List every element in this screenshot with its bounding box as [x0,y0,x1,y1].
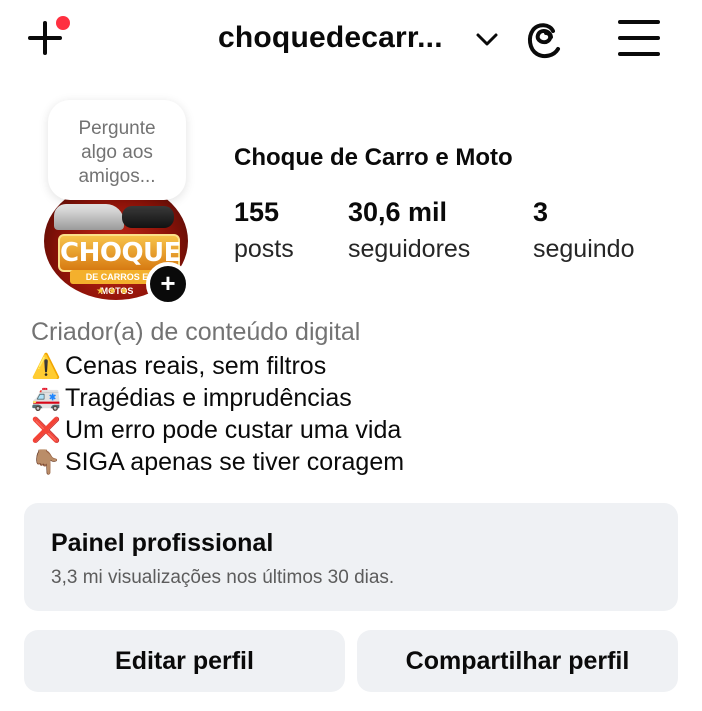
bio-line: ❌ Um erro pode custar uma vida [31,416,401,448]
add-story-plus-icon[interactable]: + [146,262,190,306]
stat-label: seguindo [533,235,635,263]
warning-icon: ⚠️ [31,353,61,380]
stat-value: 3 [533,197,549,227]
dashboard-title: Painel profissional [51,529,274,557]
bio-text: SIGA apenas se tiver coragem [65,448,405,476]
bio-text: Cenas reais, sem filtros [65,352,327,380]
professional-dashboard[interactable]: Painel profissional 3,3 mi visualizações… [24,503,678,611]
stat-following[interactable]: 3 seguindo [533,195,634,269]
ambulance-icon: 🚑 [31,385,61,412]
stars-icon: ★ ★ ★ [96,286,129,297]
notification-dot [56,16,70,30]
note-bubble[interactable]: Pergunte algo aos amigos... [48,100,186,200]
motorcycle-graphic [122,206,174,228]
create-plus-icon[interactable] [24,16,70,60]
bio-line: ⚠️ Cenas reais, sem filtros [31,352,326,384]
chevron-down-icon[interactable] [474,26,500,52]
bio-text: Um erro pode custar uma vida [65,416,402,444]
stat-value: 30,6 mil [348,197,448,227]
stat-posts[interactable]: 155 posts [234,195,294,269]
profile-category: Criador(a) de conteúdo digital [31,318,361,346]
share-profile-button[interactable]: Compartilhar perfil [357,630,678,692]
car-graphic [54,204,124,230]
pointing-down-icon: 👇🏽 [31,449,61,476]
threads-icon[interactable] [524,18,566,60]
bio-line: 🚑 Tragédias e imprudências [31,384,352,416]
hamburger-menu-icon[interactable] [618,18,662,58]
bio-line: 👇🏽 SIGA apenas se tiver coragem [31,448,404,480]
stat-followers[interactable]: 30,6 mil seguidores [348,195,470,269]
stat-label: seguidores [348,235,471,263]
dashboard-subtitle: 3,3 mi visualizações nos últimos 30 dias… [51,567,395,588]
username-title[interactable]: choquedecarr... [218,20,443,56]
top-bar: choquedecarr... [0,0,702,80]
stat-label: posts [234,235,294,263]
note-line: Pergunte [78,118,156,139]
bio-text: Tragédias e imprudências [65,384,352,412]
display-name: Choque de Carro e Moto [234,144,513,171]
cross-mark-icon: ❌ [31,417,61,444]
edit-profile-button[interactable]: Editar perfil [24,630,345,692]
stat-value: 155 [234,197,280,227]
note-line: algo aos [81,142,153,163]
note-line: amigos... [78,166,156,187]
